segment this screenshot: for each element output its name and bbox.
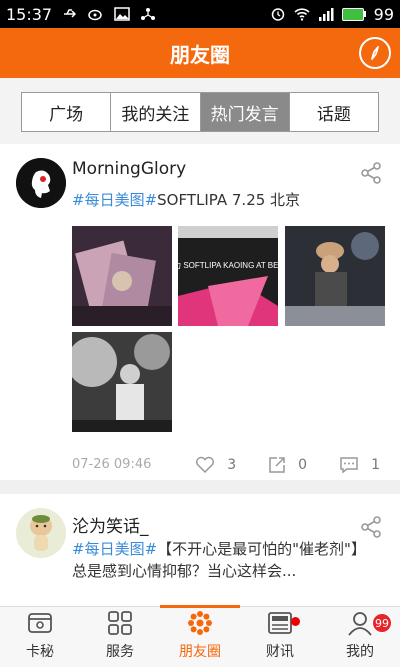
tab-bar: 广场 我的关注 热门发言 话题 <box>21 92 379 132</box>
share-status-icon <box>141 8 156 20</box>
post-tag[interactable]: #每日美图# <box>72 540 157 558</box>
comment-count: 1 <box>371 457 380 473</box>
share-icon[interactable] <box>360 162 382 184</box>
news-icon <box>268 612 292 634</box>
battery-icon <box>341 7 366 21</box>
weibo-icon <box>88 9 102 21</box>
tab-bar-container: 广场 我的关注 热门发言 话题 <box>0 78 400 144</box>
photo-thumbnail[interactable] <box>285 226 385 326</box>
comment-icon <box>340 457 358 474</box>
photo-thumbnail[interactable]: 新势力 SOFTLIPA KAOING AT BEIJING <box>178 226 278 326</box>
nav-label: 服务 <box>106 644 134 660</box>
post-timestamp: 07-26 09:46 <box>72 457 152 472</box>
repost-button[interactable]: 0 <box>268 456 307 474</box>
photo-thumbnail[interactable] <box>72 332 172 432</box>
grid-icon <box>108 611 132 635</box>
card-icon <box>28 613 52 633</box>
repost-count: 0 <box>298 457 308 473</box>
bottom-nav: 卡秘 服务 朋友圈 财讯 99 我的 <box>0 605 400 667</box>
tab-square[interactable]: 广场 <box>22 93 112 131</box>
post-card[interactable]: MorningGlory #每日美图#SOFTLIPA 7.25 北京 SOFT… <box>0 144 400 480</box>
post-text: #每日美图#SOFTLIPA 7.25 北京 <box>72 189 372 211</box>
heart-icon <box>196 456 215 474</box>
tab-topics[interactable]: 话题 <box>290 93 378 131</box>
photo-caption: 新势力 SOFTLIPA KAOING AT BEIJING <box>178 260 278 270</box>
comment-button[interactable]: 1 <box>339 456 380 474</box>
app-header: 朋友圈 <box>0 28 400 78</box>
tab-hot-posts[interactable]: 热门发言 <box>200 93 290 131</box>
avatar[interactable] <box>16 508 66 558</box>
nav-moments[interactable]: 朋友圈 <box>160 607 240 667</box>
nav-label: 我的 <box>346 644 374 660</box>
status-bar: 15:37 99 <box>0 0 400 28</box>
post-card[interactable]: 沦为笑话_ #每日美图#【不开心是最可怕的"催老剂"】总是感到心情抑郁？当心这样… <box>0 494 400 606</box>
avatar[interactable] <box>16 158 66 208</box>
post-username[interactable]: MorningGlory <box>72 159 186 179</box>
photo-grid: 新势力 SOFTLIPA KAOING AT BEIJING <box>72 226 385 432</box>
share-icon[interactable] <box>360 516 382 538</box>
nav-label: 财讯 <box>266 644 294 660</box>
battery-level: 99 <box>373 4 394 24</box>
nav-profile[interactable]: 99 我的 <box>320 607 400 667</box>
status-time: 15:37 <box>6 4 53 24</box>
tab-my-follows[interactable]: 我的关注 <box>111 93 201 131</box>
feed: MorningGlory #每日美图#SOFTLIPA 7.25 北京 SOFT… <box>0 144 400 606</box>
nav-label: 朋友圈 <box>179 644 221 660</box>
post-actions: 3 0 1 <box>195 456 380 474</box>
wifi-icon <box>294 8 310 21</box>
notification-dot <box>291 617 300 626</box>
photo-thumbnail[interactable] <box>72 226 172 326</box>
flower-icon <box>188 611 212 635</box>
signal-icon <box>318 8 334 21</box>
post-text: #每日美图#【不开心是最可怕的"催老剂"】总是感到心情抑郁？当心这样会... <box>72 538 372 582</box>
post-tag[interactable]: #每日美图# <box>72 191 157 209</box>
compass-icon <box>371 46 379 60</box>
like-count: 3 <box>227 457 237 473</box>
repost-icon <box>269 457 285 473</box>
nav-finance-news[interactable]: 财讯 <box>240 607 320 667</box>
usb-icon <box>64 9 77 18</box>
like-button[interactable]: 3 <box>195 456 236 474</box>
compass-button[interactable] <box>359 37 391 69</box>
nav-services[interactable]: 服务 <box>80 607 160 667</box>
nav-card-secret[interactable]: 卡秘 <box>0 607 80 667</box>
nav-label: 卡秘 <box>26 644 54 660</box>
page-title: 朋友圈 <box>170 42 230 67</box>
image-icon <box>114 7 130 21</box>
profile-icon <box>348 612 372 636</box>
post-username[interactable]: 沦为笑话_ <box>72 512 149 537</box>
alarm-icon <box>271 8 284 21</box>
post-body: SOFTLIPA 7.25 北京 <box>157 191 301 209</box>
unread-badge: 99 <box>372 613 392 633</box>
